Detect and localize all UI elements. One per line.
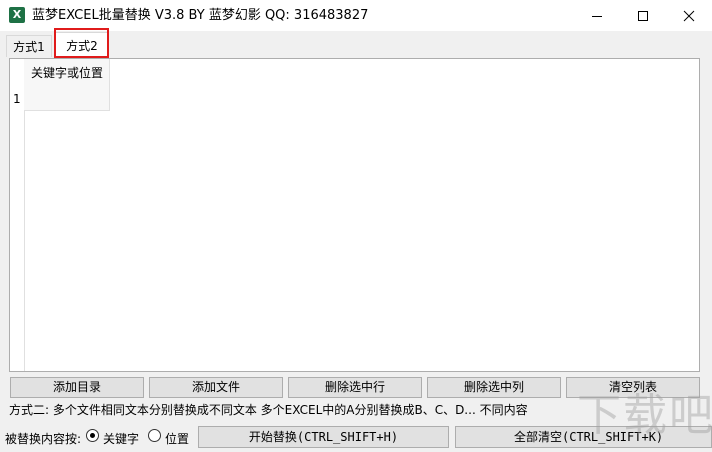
row-number: 1: [13, 92, 21, 106]
start-replace-button[interactable]: 开始替换(CTRL_SHIFT+H): [198, 426, 449, 448]
delete-selected-row-button[interactable]: 删除选中行: [288, 377, 422, 398]
radio-position[interactable]: [148, 429, 161, 442]
radio-position-label[interactable]: 位置: [165, 430, 189, 447]
title-bar: X 蓝梦EXCEL批量替换 V3.8 BY 蓝梦幻影 QQ: 316483827: [0, 0, 712, 31]
column-header-keyword[interactable]: 关键字或位置: [24, 59, 110, 111]
radio-keyword-label[interactable]: 关键字: [103, 430, 139, 447]
tab-mode1[interactable]: 方式1: [6, 35, 52, 57]
window-title: 蓝梦EXCEL批量替换 V3.8 BY 蓝梦幻影 QQ: 316483827: [32, 8, 369, 23]
maximize-button[interactable]: [620, 0, 666, 31]
row-header-column: 1: [10, 59, 25, 371]
minimize-button[interactable]: [574, 0, 620, 31]
excel-app-icon: X: [9, 7, 25, 23]
minimize-icon: [592, 15, 602, 17]
add-file-button[interactable]: 添加文件: [149, 377, 283, 398]
radio-keyword[interactable]: [86, 429, 99, 442]
tab-mode2[interactable]: 方式2: [55, 32, 109, 58]
mode-description: 方式二: 多个文件相同文本分别替换成不同文本 多个EXCEL中的A分别替换成B、…: [9, 403, 528, 417]
replace-grid[interactable]: 1 关键字或位置: [9, 58, 700, 372]
maximize-icon: [638, 10, 648, 21]
close-icon: [683, 10, 695, 21]
column-header-label: 关键字或位置: [31, 66, 104, 80]
add-directory-button[interactable]: 添加目录: [10, 377, 144, 398]
delete-selected-column-button[interactable]: 删除选中列: [427, 377, 561, 398]
tab-strip: 方式1 方式2: [0, 31, 712, 59]
watermark-logo: 下载吧: [577, 390, 712, 452]
close-button[interactable]: [666, 0, 712, 31]
replace-by-label: 被替换内容按:: [5, 432, 82, 446]
watermark-text: 下载吧: [577, 390, 712, 441]
